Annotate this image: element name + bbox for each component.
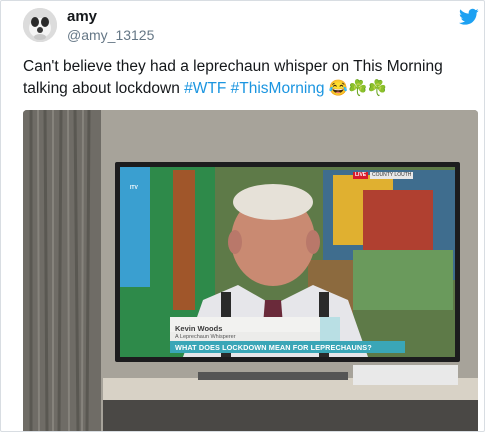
lower-third-name: Kevin Woods: [175, 324, 223, 333]
author-name[interactable]: amy: [67, 8, 97, 25]
hashtag-link[interactable]: #WTF: [184, 80, 226, 97]
live-badge: LIVE: [353, 172, 369, 179]
channel-logo: ITV: [130, 185, 138, 191]
hashtag-link[interactable]: #ThisMorning: [231, 80, 325, 97]
location-badge: COUNTY LOUTH: [370, 172, 414, 179]
photo-scene: [23, 110, 478, 431]
lower-third-strap: WHAT DOES LOCKDOWN MEAN FOR LEPRECHAUNS?: [175, 343, 372, 352]
emoji-group: 😂☘️☘️: [324, 80, 387, 97]
tweet-photo[interactable]: ITV LIVE COUNTY LOUTH Kevin Woods A Lepr…: [23, 110, 478, 431]
twitter-bird-icon[interactable]: [459, 8, 479, 26]
tweet-text: Can't believe they had a leprechaun whis…: [23, 56, 478, 100]
tweet-card[interactable]: amy @amy_13125 Can't believe they had a …: [0, 0, 485, 432]
avatar[interactable]: [23, 8, 57, 42]
lower-third-subtitle: A Leprechaun Whisperer: [175, 334, 236, 340]
author-handle[interactable]: @amy_13125: [67, 27, 154, 43]
